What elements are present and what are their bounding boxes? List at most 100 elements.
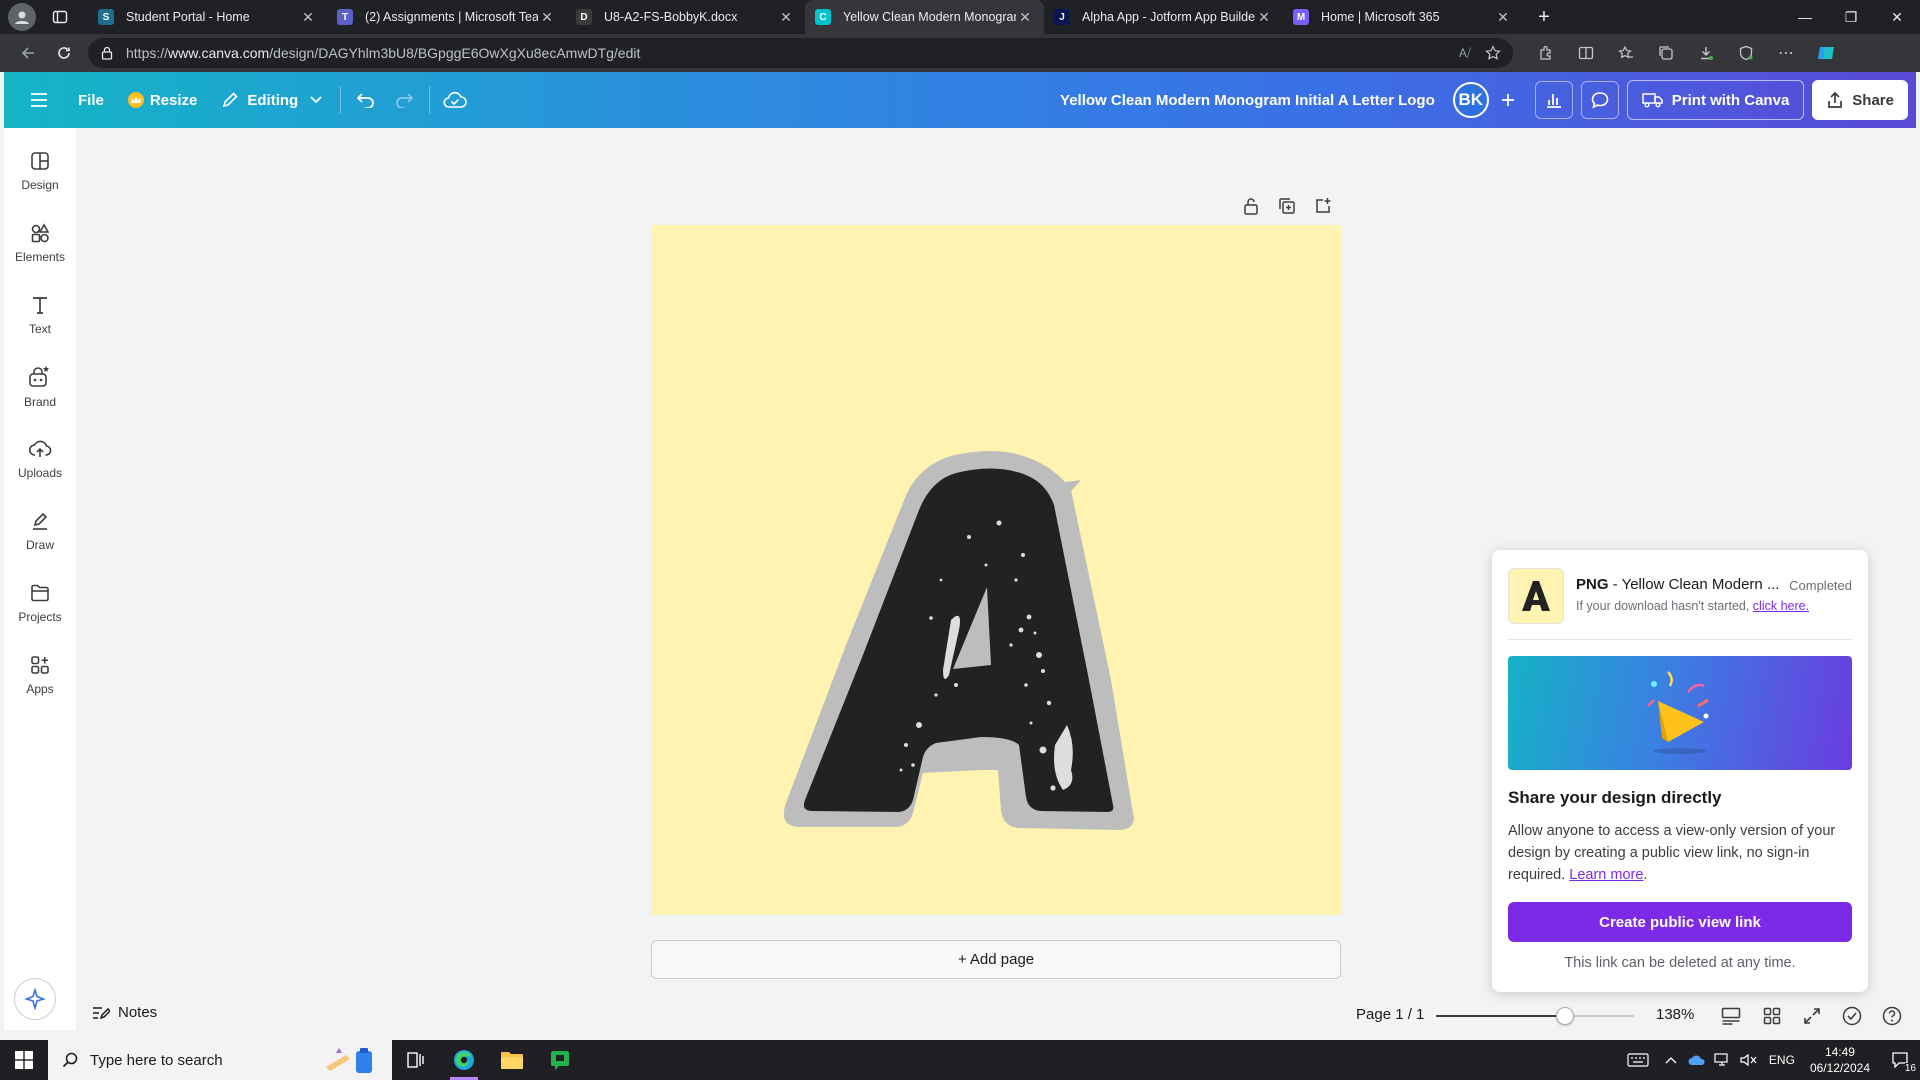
browser-essentials-icon[interactable] [1729, 36, 1763, 70]
browser-tab[interactable]: M Home | Microsoft 365 ✕ [1283, 0, 1522, 34]
notifications-icon[interactable]: 16 [1880, 1040, 1920, 1080]
document-title[interactable]: Yellow Clean Modern Monogram Initial A L… [1060, 92, 1435, 109]
editing-mode-button[interactable]: Editing [209, 80, 334, 120]
letter-a-logo-graphic[interactable] [651, 225, 1341, 915]
minimize-icon[interactable]: — [1782, 0, 1828, 34]
taskbar-search[interactable]: Type here to search [48, 1040, 392, 1080]
tab-favicon-icon: D [576, 9, 592, 25]
add-collaborator-icon[interactable] [1489, 81, 1527, 119]
file-menu-button[interactable]: File [66, 80, 116, 120]
download-retry-link[interactable]: click here. [1753, 599, 1809, 613]
print-with-canva-button[interactable]: Print with Canva [1626, 80, 1805, 120]
new-tab-button[interactable]: + [1528, 3, 1560, 31]
add-page-button[interactable]: + Add page [651, 940, 1341, 979]
task-view-icon[interactable] [392, 1040, 440, 1080]
resize-button[interactable]: Resize [116, 80, 210, 120]
more-menu-icon[interactable]: ⋯ [1769, 36, 1803, 70]
reload-icon[interactable] [46, 35, 82, 71]
tab-close-icon[interactable]: ✕ [1255, 8, 1273, 26]
close-window-icon[interactable]: ✕ [1874, 0, 1920, 34]
tab-close-icon[interactable]: ✕ [538, 8, 556, 26]
collections-icon[interactable] [1649, 36, 1683, 70]
language-indicator[interactable]: ENG [1762, 1040, 1802, 1080]
clock-date: 06/12/2024 [1809, 1061, 1870, 1075]
split-screen-icon[interactable] [1569, 36, 1603, 70]
chat-app-taskbar-icon[interactable] [536, 1040, 584, 1080]
taskbar-clock[interactable]: 14:49 06/12/2024 [1810, 1044, 1870, 1076]
page-indicator[interactable]: Page 1 / 1 [1356, 1006, 1424, 1023]
browser-tab[interactable]: J Alpha App - Jotform App Builder ✕ [1044, 0, 1283, 34]
tab-favicon-icon: C [815, 9, 831, 25]
lock-icon[interactable] [100, 46, 114, 60]
network-icon[interactable] [1710, 1040, 1736, 1080]
help-icon[interactable] [1879, 1003, 1905, 1029]
sidebar-item-label: Brand [23, 395, 57, 409]
file-explorer-taskbar-icon[interactable] [488, 1040, 536, 1080]
read-aloud-icon[interactable]: A⧸ [1459, 46, 1471, 61]
tab-close-icon[interactable]: ✕ [1494, 8, 1512, 26]
draw-icon [33, 512, 48, 530]
duplicate-page-icon[interactable] [1276, 195, 1298, 217]
fullscreen-icon[interactable] [1799, 1003, 1825, 1029]
sidebar-item-design[interactable]: Design [4, 138, 76, 204]
browser-profile-avatar[interactable] [8, 3, 36, 31]
share-button[interactable]: Share [1812, 80, 1908, 120]
add-page-icon[interactable] [1312, 195, 1334, 217]
check-status-icon[interactable] [1839, 1003, 1865, 1029]
browser-tab[interactable]: C Yellow Clean Modern Monogram Initial A … [805, 0, 1044, 34]
browser-tab[interactable]: T (2) Assignments | Microsoft Teams ✕ [327, 0, 566, 34]
sidebar-item-elements[interactable]: Elements [4, 210, 76, 276]
downloads-icon[interactable] [1689, 36, 1723, 70]
url-bar[interactable]: https://www.canva.com/design/DAGYhlm3bU8… [88, 38, 1513, 68]
lock-page-icon[interactable] [1240, 195, 1262, 217]
insights-icon[interactable] [1534, 81, 1573, 119]
window-controls: — ❐ ✕ [1782, 0, 1920, 34]
canva-assistant-button[interactable] [14, 978, 56, 1020]
cloud-saved-icon[interactable] [436, 81, 474, 119]
copilot-icon[interactable] [1809, 36, 1843, 70]
tab-favicon-icon: T [337, 9, 353, 25]
zoom-level[interactable]: 138% [1656, 1006, 1694, 1023]
windows-start-icon[interactable] [0, 1040, 48, 1080]
main-menu-icon[interactable] [20, 81, 58, 119]
download-file-title: - Yellow Clean Modern ... [1608, 576, 1780, 593]
sidebar-item-projects[interactable]: Projects [4, 570, 76, 636]
avatar[interactable]: BK [1452, 82, 1489, 118]
favorite-star-icon[interactable] [1485, 45, 1501, 61]
onedrive-icon[interactable] [1684, 1040, 1710, 1080]
touch-keyboard-icon[interactable] [1618, 1040, 1658, 1080]
zoom-slider-handle[interactable] [1555, 1007, 1574, 1025]
edge-taskbar-icon[interactable] [440, 1040, 488, 1080]
grid-view-icon[interactable] [1759, 1003, 1785, 1029]
download-hint: If your download hasn't started, click h… [1576, 599, 1809, 613]
brand-icon [29, 366, 49, 387]
clock-time: 14:49 [1824, 1045, 1855, 1059]
page-view-icon[interactable] [1718, 1003, 1744, 1029]
browser-tab[interactable]: D U8-A2-FS-BobbyK.docx ✕ [566, 0, 805, 34]
design-page[interactable] [651, 225, 1341, 915]
tab-close-icon[interactable]: ✕ [1016, 8, 1034, 26]
tray-chevron-up-icon[interactable] [1658, 1040, 1684, 1080]
notes-button[interactable]: Notes [92, 1004, 157, 1021]
undo-icon[interactable] [347, 81, 385, 119]
learn-more-link[interactable]: Learn more [1569, 867, 1643, 883]
browser-tab[interactable]: S Student Portal - Home ✕ [88, 0, 327, 34]
back-icon[interactable] [10, 35, 46, 71]
tab-close-icon[interactable]: ✕ [299, 8, 317, 26]
favorites-icon[interactable] [1609, 36, 1643, 70]
tab-close-icon[interactable]: ✕ [777, 8, 795, 26]
editing-label: Editing [247, 91, 299, 109]
sidebar-item-text[interactable]: Text [4, 282, 76, 348]
zoom-slider[interactable] [1436, 1007, 1634, 1025]
sidebar-item-brand[interactable]: Brand [4, 354, 76, 420]
restore-icon[interactable]: ❐ [1828, 0, 1874, 34]
sidebar-item-apps[interactable]: Apps [4, 642, 76, 708]
sidebar-item-uploads[interactable]: Uploads [4, 426, 76, 492]
sidebar-item-draw[interactable]: Draw [4, 498, 76, 564]
tab-actions-icon[interactable] [44, 3, 76, 31]
redo-icon[interactable] [385, 81, 423, 119]
create-public-link-button[interactable]: Create public view link [1508, 902, 1852, 942]
comments-icon[interactable] [1580, 81, 1619, 119]
extensions-icon[interactable] [1529, 36, 1563, 70]
volume-muted-icon[interactable] [1736, 1040, 1762, 1080]
